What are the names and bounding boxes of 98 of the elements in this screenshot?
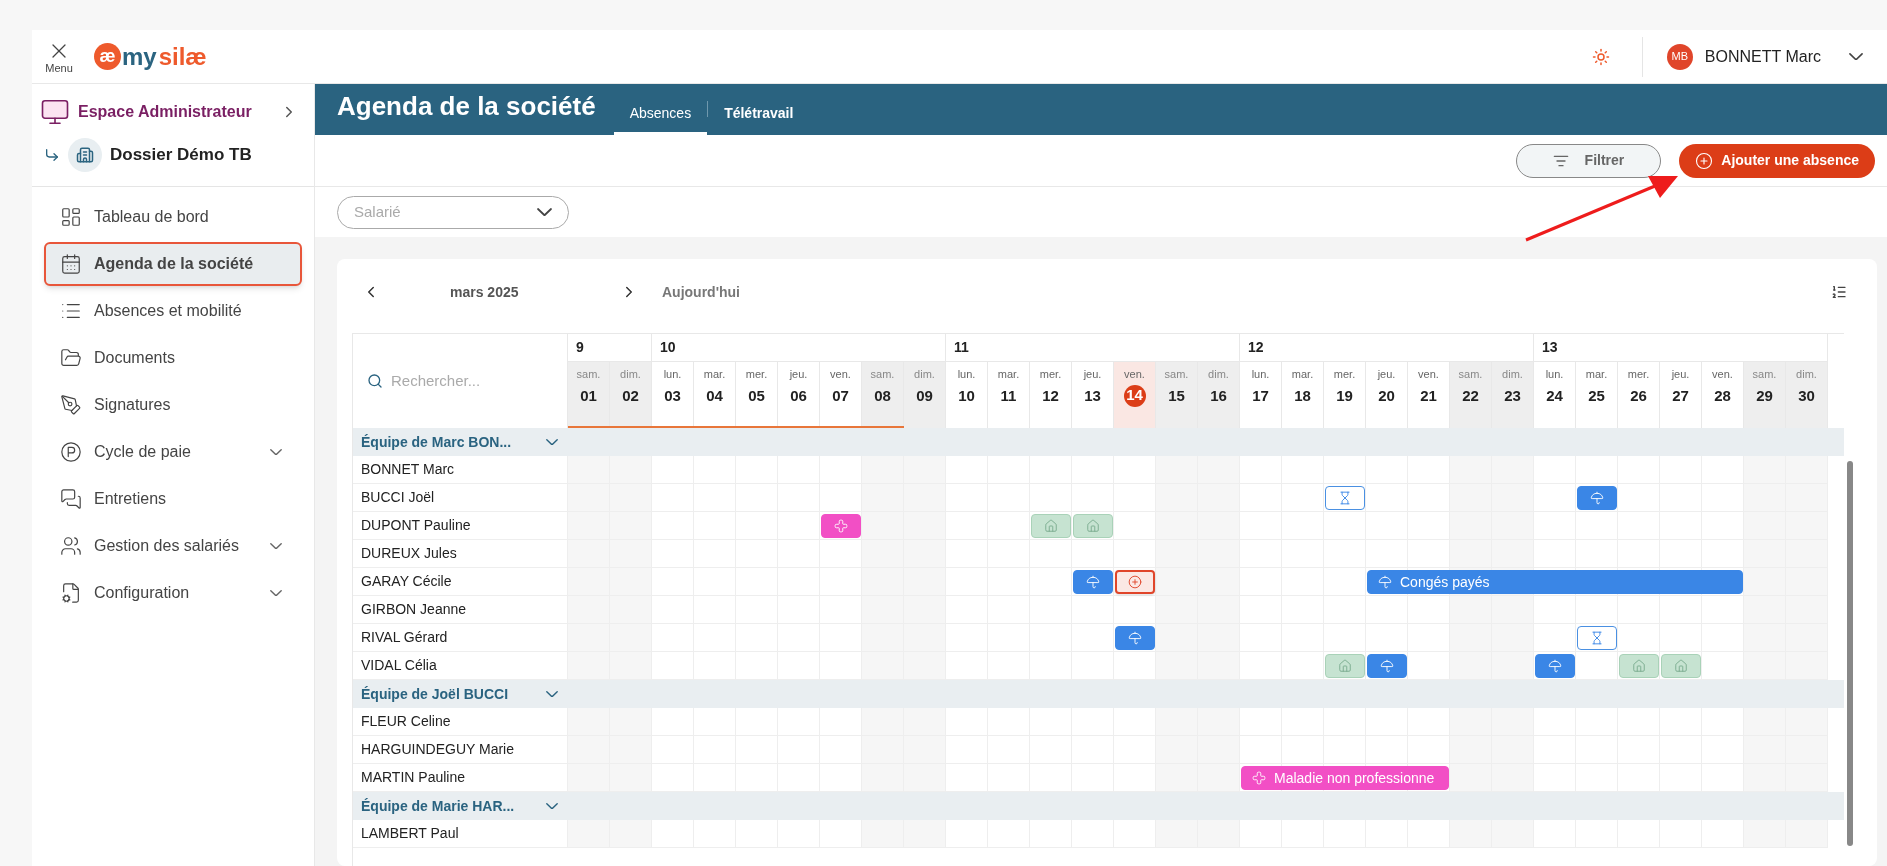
leave-event[interactable] — [1535, 654, 1575, 678]
chevron-icon — [537, 207, 552, 217]
telework-event[interactable] — [1325, 654, 1365, 678]
day-header: sam. 22 — [1450, 362, 1492, 428]
app-logo: æ mysilæ — [94, 43, 207, 70]
pen-icon — [60, 394, 82, 416]
cross-icon — [1252, 771, 1266, 785]
leave-event[interactable] — [1115, 626, 1155, 650]
day-header: sam. 01 — [568, 362, 610, 428]
house-icon — [1674, 659, 1688, 673]
chevron-icon — [270, 589, 282, 597]
team-group-header[interactable]: Équipe de Marc BON... — [353, 428, 1844, 456]
day-header: dim. 23 — [1492, 362, 1534, 428]
filter-button[interactable]: Filtrer — [1515, 143, 1662, 178]
leave-event[interactable] — [1577, 486, 1617, 510]
day-header: ven. 14 — [1114, 362, 1156, 428]
day-header: mer. 05 — [736, 362, 778, 428]
folder-icon — [60, 347, 82, 369]
theme-icon[interactable] — [1591, 47, 1610, 66]
calendar-cell — [1114, 596, 1156, 624]
chevron-icon — [270, 542, 282, 550]
calendar-icon — [60, 253, 82, 275]
cross-icon — [834, 519, 848, 533]
users-icon — [60, 535, 82, 557]
day-header: dim. 09 — [904, 362, 946, 428]
sick-leave-event[interactable] — [821, 514, 861, 538]
sidebar-item[interactable]: Entretiens — [44, 477, 302, 521]
tab[interactable]: Télétravail — [708, 95, 810, 135]
umbrella-icon — [1380, 659, 1394, 673]
day-header: dim. 16 — [1198, 362, 1240, 428]
leave-event[interactable]: Congés payés — [1367, 570, 1743, 594]
day-header: ven. 07 — [820, 362, 862, 428]
telework-event[interactable] — [1031, 514, 1071, 538]
sidebar-item[interactable]: Cycle de paie — [44, 430, 302, 474]
page-title: Agenda de la société — [337, 90, 596, 123]
sidebar-item[interactable]: Agenda de la société — [44, 242, 302, 286]
search-icon — [367, 373, 383, 389]
telework-event[interactable] — [1619, 654, 1659, 678]
house-icon — [1632, 659, 1646, 673]
day-header: mar. 04 — [694, 362, 736, 428]
telework-event[interactable] — [1073, 514, 1113, 538]
add-absence-button[interactable]: Ajouter une absence — [1679, 143, 1875, 178]
dossier-name: Dossier Démo TB — [110, 144, 252, 167]
day-header: jeu. 06 — [778, 362, 820, 428]
monitor-icon — [40, 97, 70, 127]
sidebar-item[interactable]: Configuration — [44, 571, 302, 615]
leave-event[interactable] — [1367, 654, 1407, 678]
add-absence-cell[interactable] — [1115, 570, 1155, 594]
building-icon — [68, 138, 102, 172]
scrollbar[interactable] — [1847, 461, 1853, 846]
chevron-icon — [546, 690, 558, 698]
user-avatar: MB — [1666, 43, 1693, 70]
admin-space-link[interactable]: Espace Administrateur — [40, 92, 306, 132]
telework-event[interactable] — [1661, 654, 1701, 678]
list-view-icon[interactable] — [1831, 284, 1847, 300]
chevron-icon — [546, 802, 558, 810]
umbrella-icon — [1378, 575, 1392, 589]
tab[interactable]: Absences — [613, 95, 708, 135]
umbrella-icon — [1128, 631, 1142, 645]
day-header: dim. 02 — [610, 362, 652, 428]
umbrella-icon — [1548, 659, 1562, 673]
pending-event[interactable] — [1577, 626, 1617, 650]
chevron-icon — [546, 438, 558, 446]
chat-icon — [60, 488, 82, 510]
sidebar-item[interactable]: Absences et mobilité — [44, 289, 302, 333]
settings-icon — [60, 582, 82, 604]
sidebar-item[interactable]: Signatures — [44, 383, 302, 427]
umbrella-icon — [1590, 491, 1604, 505]
hourglass-icon — [1338, 491, 1352, 505]
user-menu[interactable]: MB BONNETT Marc — [1666, 43, 1863, 70]
month-label: mars 2025 — [450, 282, 520, 302]
sidebar-item[interactable]: Tableau de bord — [44, 195, 302, 239]
arrow-icon — [44, 147, 60, 163]
team-group-header[interactable]: Équipe de Joël BUCCI — [353, 680, 1844, 708]
today-button[interactable]: Aujourd'hui — [662, 281, 740, 303]
pending-event[interactable] — [1325, 486, 1365, 510]
house-icon — [1338, 659, 1352, 673]
chevron-icon — [1849, 52, 1863, 61]
house-icon — [1044, 519, 1058, 533]
day-header: sam. 15 — [1156, 362, 1198, 428]
house-icon — [1086, 519, 1100, 533]
sidebar-item[interactable]: Documents — [44, 336, 302, 380]
sidebar-item[interactable]: Gestion des salariés — [44, 524, 302, 568]
hourglass-icon — [1590, 631, 1604, 645]
add-icon — [1695, 151, 1714, 170]
dashboard-icon — [60, 206, 82, 228]
day-header: sam. 29 — [1744, 362, 1786, 428]
chevron-icon — [270, 448, 282, 456]
leave-event[interactable] — [1073, 570, 1113, 594]
add-icon — [1128, 575, 1142, 589]
menu-button[interactable]: Menu — [32, 39, 86, 74]
employee-name: LAMBERT Paul — [353, 820, 568, 848]
payroll-icon — [60, 441, 82, 463]
day-header: dim. 30 — [1786, 362, 1828, 428]
umbrella-icon — [1086, 575, 1100, 589]
team-group-header[interactable]: Équipe de Marie HAR... — [353, 792, 1844, 820]
day-header: lun. 03 — [652, 362, 694, 428]
day-header: sam. 08 — [862, 362, 904, 428]
